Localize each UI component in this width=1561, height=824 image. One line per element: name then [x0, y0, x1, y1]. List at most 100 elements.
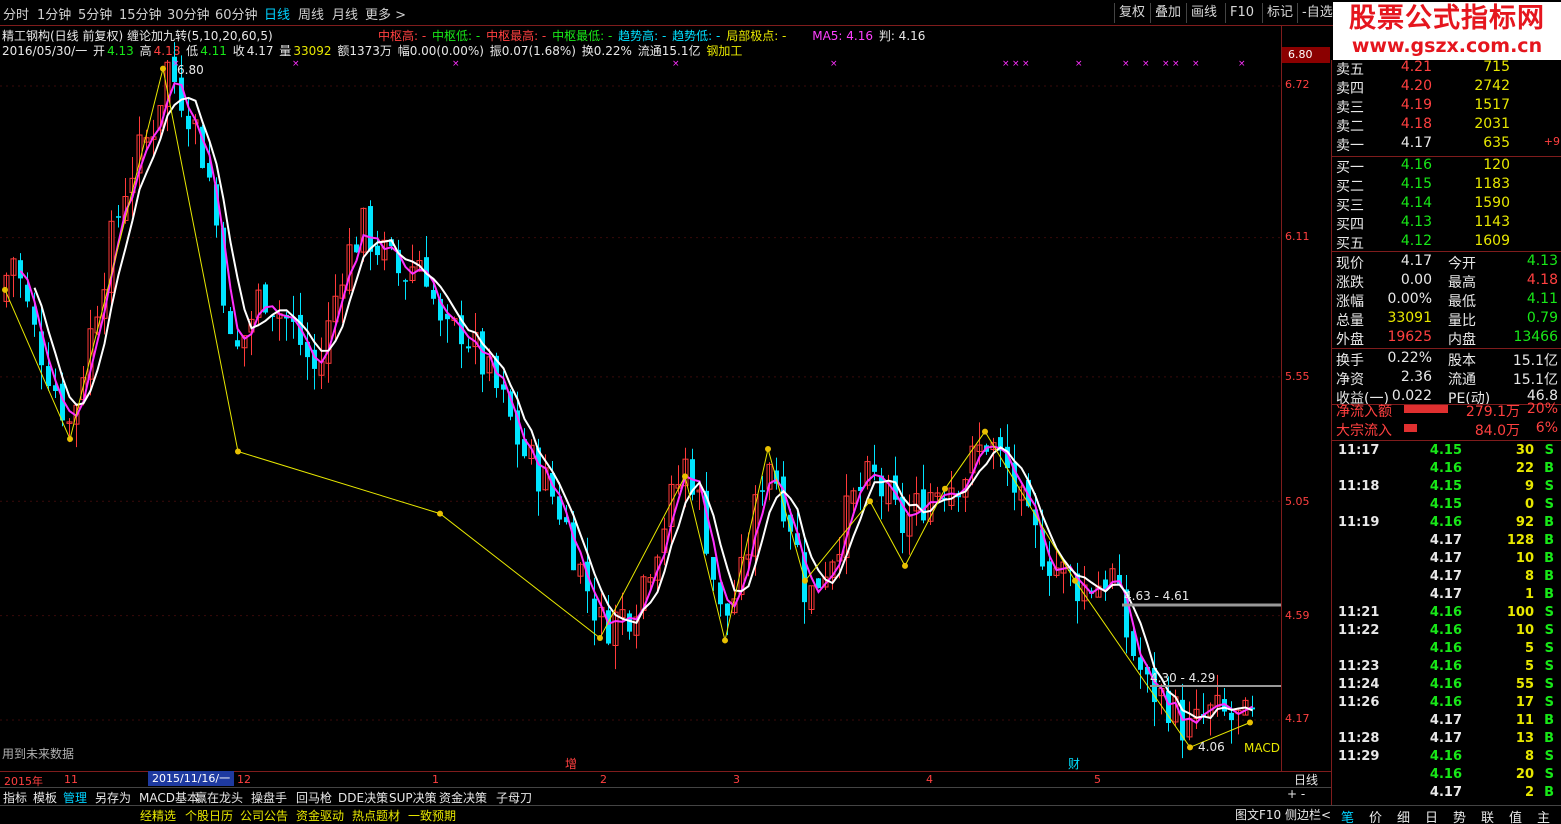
tab-trader[interactable]: 操盘手: [251, 789, 287, 806]
period-tab-month[interactable]: 月线: [332, 4, 358, 23]
tick-time: 11:23: [1338, 659, 1380, 674]
flow-label: 大宗流入: [1336, 423, 1392, 439]
divider: [1332, 440, 1561, 441]
tab-macd-basic[interactable]: MACD基本: [139, 789, 199, 806]
tick-price: 4.16: [1429, 641, 1462, 656]
order-row-buy[interactable]: 买三 4.14 1590: [1332, 195, 1561, 214]
panel-tab-day[interactable]: 日: [1425, 807, 1438, 824]
period-tab-60min[interactable]: 60分钟: [215, 4, 258, 23]
fund-value: 2.36: [1400, 369, 1432, 385]
flow-value: 279.1万: [1465, 404, 1520, 420]
tab-dragon-head[interactable]: 赢在龙头: [195, 789, 243, 806]
fund-label: 换手: [1336, 353, 1364, 369]
candle-body-down: [592, 598, 597, 621]
order-price: 4.20: [1400, 78, 1432, 94]
tab-sup[interactable]: SUP决策: [389, 789, 437, 806]
fund-label: 净资: [1336, 372, 1364, 388]
panel-tab-trades[interactable]: 笔: [1341, 807, 1354, 824]
tick-time: 11:29: [1338, 749, 1380, 764]
period-tab-more[interactable]: 更多 >: [365, 4, 406, 23]
cai-marker[interactable]: 财: [1068, 755, 1080, 772]
order-row-buy[interactable]: 买五 4.12 1609: [1332, 233, 1561, 252]
watchlist-button[interactable]: -自选: [1297, 3, 1337, 23]
fund-label: 涨跌: [1336, 275, 1364, 291]
period-tab-15min[interactable]: 15分钟: [119, 4, 162, 23]
order-label: 买二: [1336, 179, 1364, 195]
tab-huimaqiang[interactable]: 回马枪: [296, 789, 332, 806]
tick-side: B: [1544, 785, 1554, 800]
fundamental-row: 涨跌 0.00 最高 4.18: [1332, 272, 1561, 291]
turning-point-marker: [902, 562, 908, 569]
order-row-sell[interactable]: 卖二 4.18 2031: [1332, 116, 1561, 135]
order-row-sell[interactable]: 卖五 4.21 715: [1332, 59, 1561, 78]
order-row-buy[interactable]: 买一 4.16 120: [1332, 157, 1561, 176]
tick-side: B: [1544, 515, 1554, 530]
fund-value: 0.00%: [1387, 291, 1432, 307]
turning-point-marker: [982, 428, 988, 435]
order-volume: 1590: [1474, 195, 1510, 211]
panel-tab-value[interactable]: 值: [1509, 807, 1522, 824]
f10-sidebar-toggle[interactable]: 图文F10 侧边栏<: [1235, 806, 1331, 823]
low-point-label: 4.06: [1198, 740, 1225, 754]
flow-bar: [1404, 405, 1448, 413]
link-calendar[interactable]: 个股日历: [185, 807, 233, 824]
candle-body-down: [179, 77, 184, 111]
turning-point-marker: [1072, 577, 1078, 584]
zeng-marker[interactable]: 增: [565, 755, 577, 772]
y-tick: 4.17: [1285, 712, 1310, 725]
order-row-buy[interactable]: 买二 4.15 1183: [1332, 176, 1561, 195]
link-announcement[interactable]: 公司公告: [240, 807, 288, 824]
order-row-sell[interactable]: 卖三 4.19 1517: [1332, 97, 1561, 116]
tick-side: S: [1544, 479, 1554, 494]
panel-tab-trend[interactable]: 势: [1453, 807, 1466, 824]
info-links: 经精选 个股日历 公司公告 资金驱动 热点题材 一致预期: [0, 805, 1331, 824]
period-tab-fenshi[interactable]: 分时: [3, 4, 29, 23]
link-fund-drive[interactable]: 资金驱动: [296, 807, 344, 824]
overlay-button[interactable]: 叠加: [1150, 3, 1185, 23]
f10-button[interactable]: F10: [1225, 3, 1258, 23]
panel-tab-link[interactable]: 联: [1481, 807, 1494, 824]
period-tab-30min[interactable]: 30分钟: [167, 4, 210, 23]
panel-tab-main[interactable]: 主: [1537, 807, 1550, 824]
tick-row: 11:24 4.16 55 S: [1332, 677, 1561, 695]
tick-volume: 55: [1515, 677, 1534, 692]
fuquan-button[interactable]: 复权: [1114, 3, 1149, 23]
order-row-sell[interactable]: 卖四 4.20 2742: [1332, 78, 1561, 97]
order-label: 卖一: [1336, 138, 1364, 154]
tab-save-as[interactable]: 另存为: [95, 789, 131, 806]
tab-indicator[interactable]: 指标: [3, 789, 27, 806]
fundamental-row: 涨幅 0.00% 最低 4.11: [1332, 291, 1561, 310]
panel-tab-detail[interactable]: 细: [1397, 807, 1410, 824]
kline-chart[interactable]: × × × × × × × × × × × × × × ×: [0, 26, 1330, 772]
order-row-sell[interactable]: 卖一 4.17 635 +9: [1332, 135, 1561, 154]
fund-value: 33091: [1387, 310, 1432, 326]
tick-price: 4.15: [1429, 497, 1462, 512]
link-consensus[interactable]: 一致预期: [408, 807, 456, 824]
tick-side: B: [1544, 551, 1554, 566]
link-hot-topics[interactable]: 热点题材: [352, 807, 400, 824]
tab-dde[interactable]: DDE决策: [338, 789, 388, 806]
tick-price: 4.16: [1429, 695, 1462, 710]
macd-label[interactable]: MACD: [1244, 741, 1280, 755]
panel-tab-price[interactable]: 价: [1369, 807, 1382, 824]
tick-row: 11:17 4.15 30 S: [1332, 443, 1561, 461]
order-row-buy[interactable]: 买四 4.13 1143: [1332, 214, 1561, 233]
period-tab-day[interactable]: 日线: [264, 4, 290, 23]
tick-row: 11:23 4.16 5 S: [1332, 659, 1561, 677]
tick-side: S: [1544, 623, 1554, 638]
tab-template[interactable]: 模板: [33, 789, 57, 806]
tick-side: S: [1544, 677, 1554, 692]
order-price: 4.13: [1400, 214, 1432, 230]
tab-manage[interactable]: 管理: [63, 789, 87, 806]
zoom-controls[interactable]: + -: [1287, 787, 1305, 801]
tab-fund[interactable]: 资金决策: [439, 789, 487, 806]
period-tab-week[interactable]: 周线: [298, 4, 324, 23]
order-price: 4.17: [1400, 135, 1432, 151]
link-prefix[interactable]: 经精选: [140, 807, 176, 824]
period-tab-1min[interactable]: 1分钟: [37, 4, 71, 23]
period-tab-5min[interactable]: 5分钟: [78, 4, 112, 23]
tab-zimudao[interactable]: 子母刀: [496, 789, 532, 806]
tick-row: 4.16 5 S: [1332, 641, 1561, 659]
draw-line-button[interactable]: 画线: [1186, 3, 1221, 23]
mark-button[interactable]: 标记: [1262, 3, 1297, 23]
